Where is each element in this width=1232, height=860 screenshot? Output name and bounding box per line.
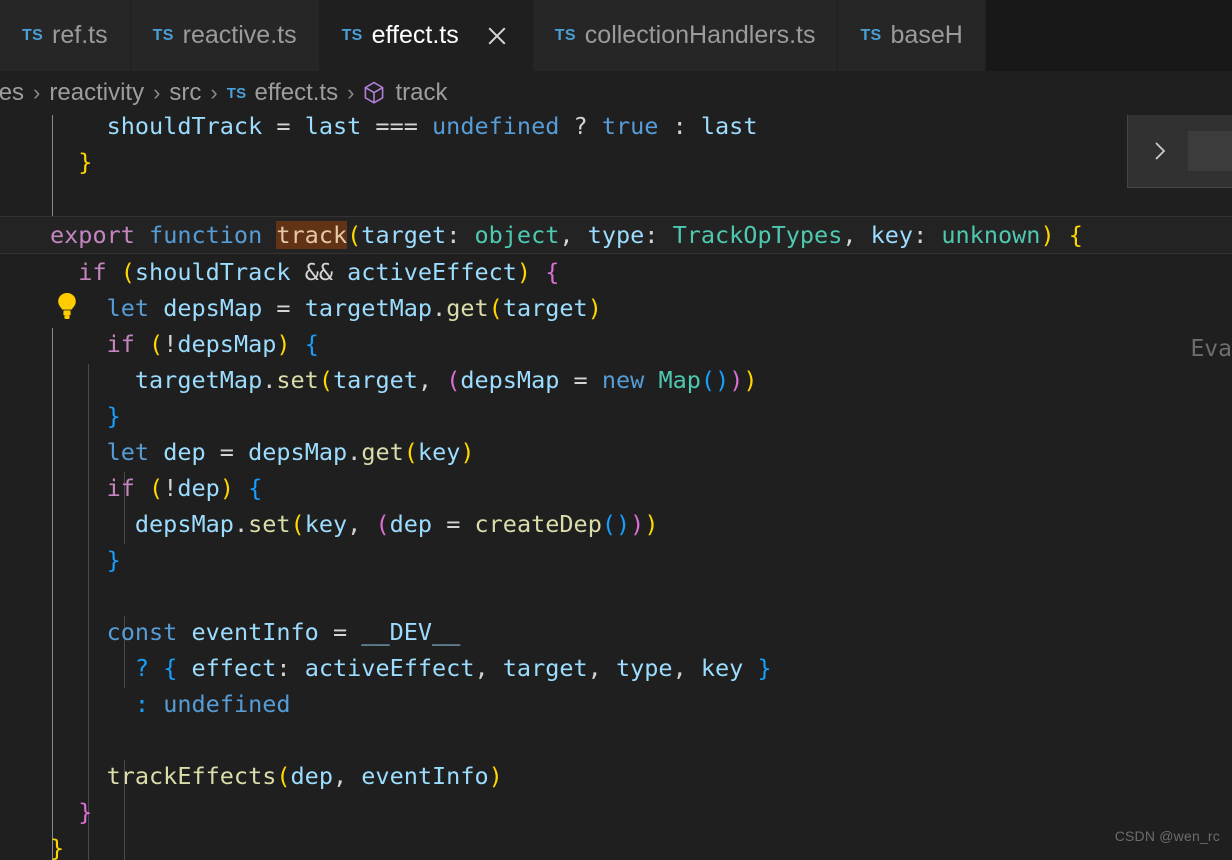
tab-label: effect.ts (371, 21, 459, 49)
tab-collectionhandlers-ts[interactable]: TS collectionHandlers.ts (532, 0, 839, 71)
chevron-right-icon: › (347, 80, 355, 105)
typescript-file-icon: TS (860, 26, 882, 44)
code-line: const eventInfo = __DEV__ (106, 618, 461, 646)
tab-basehandlers-ts[interactable]: TS baseH (838, 0, 986, 71)
breadcrumb: kages › reactivity › src › TS effect.ts … (0, 71, 1232, 115)
close-icon[interactable] (484, 23, 510, 49)
code-line: } (106, 402, 121, 430)
code-line: } (50, 834, 65, 860)
typescript-file-icon: TS (554, 26, 576, 44)
code-line: let dep = depsMap.get(key) (106, 438, 475, 466)
chevron-right-icon[interactable] (1138, 129, 1182, 173)
code-content[interactable]: shouldTrack = last === undefined ? true … (0, 115, 1232, 860)
tab-label: ref.ts (52, 21, 108, 49)
typescript-file-icon: TS (22, 26, 44, 44)
code-editor[interactable]: shouldTrack = last === undefined ? true … (0, 115, 1232, 860)
tab-label: baseH (890, 21, 963, 49)
typescript-file-icon: TS (226, 84, 247, 102)
find-input[interactable] (1188, 131, 1232, 171)
code-line: } (78, 148, 93, 176)
watermark-text: CSDN @wen_rc (1114, 828, 1220, 844)
symbol-function-cube-icon (363, 81, 385, 105)
chevron-right-icon: › (33, 80, 41, 105)
lightbulb-icon[interactable] (54, 291, 80, 321)
typescript-file-icon: TS (152, 26, 174, 44)
code-line: : undefined (134, 690, 291, 718)
chevron-right-icon: › (210, 80, 218, 105)
breadcrumb-item-label: track (395, 79, 448, 106)
code-line: trackEffects(dep, eventInfo) (106, 762, 503, 790)
tab-effect-ts[interactable]: TS effect.ts (319, 0, 533, 71)
code-line: depsMap.set(key, (dep = createDep())) (134, 510, 659, 538)
breadcrumb-item-src[interactable]: src (169, 81, 201, 105)
code-line: if (!depsMap) { (106, 330, 319, 358)
breadcrumb-item-reactivity[interactable]: reactivity (49, 81, 144, 105)
breadcrumb-item-effect-ts[interactable]: TS effect.ts (227, 81, 338, 105)
breadcrumb-item-packages[interactable]: kages (0, 81, 24, 105)
code-line: shouldTrack = last === undefined ? true … (106, 115, 758, 140)
code-line: targetMap.set(target, (depsMap = new Map… (134, 366, 758, 394)
code-line: if (shouldTrack && activeEffect) { (78, 258, 560, 286)
find-widget[interactable] (1127, 115, 1232, 188)
code-line: if (!dep) { (106, 474, 263, 502)
find-match-highlight: track (276, 221, 348, 249)
code-line: } (78, 798, 93, 826)
code-line: let depsMap = targetMap.get(target) (106, 294, 602, 322)
tab-reactive-ts[interactable]: TS reactive.ts (130, 0, 320, 71)
typescript-file-icon: TS (341, 26, 363, 44)
tab-ref-ts[interactable]: TS ref.ts (0, 0, 131, 71)
tab-label: reactive.ts (182, 21, 297, 49)
inline-codelens-hint: Eva (1190, 336, 1232, 362)
breadcrumb-item-label: effect.ts (254, 79, 339, 106)
chevron-right-icon: › (153, 80, 161, 105)
breadcrumb-item-track[interactable]: track (363, 81, 447, 105)
vscode-window: TS ref.ts TS reactive.ts TS effect.ts TS… (0, 0, 1232, 860)
tab-label: collectionHandlers.ts (584, 21, 816, 49)
code-line-current: export function track(target: object, ty… (0, 216, 1232, 254)
code-line: ? { effect: activeEffect, target, type, … (134, 654, 772, 682)
editor-tab-bar: TS ref.ts TS reactive.ts TS effect.ts TS… (0, 0, 1232, 71)
code-line: } (106, 546, 121, 574)
